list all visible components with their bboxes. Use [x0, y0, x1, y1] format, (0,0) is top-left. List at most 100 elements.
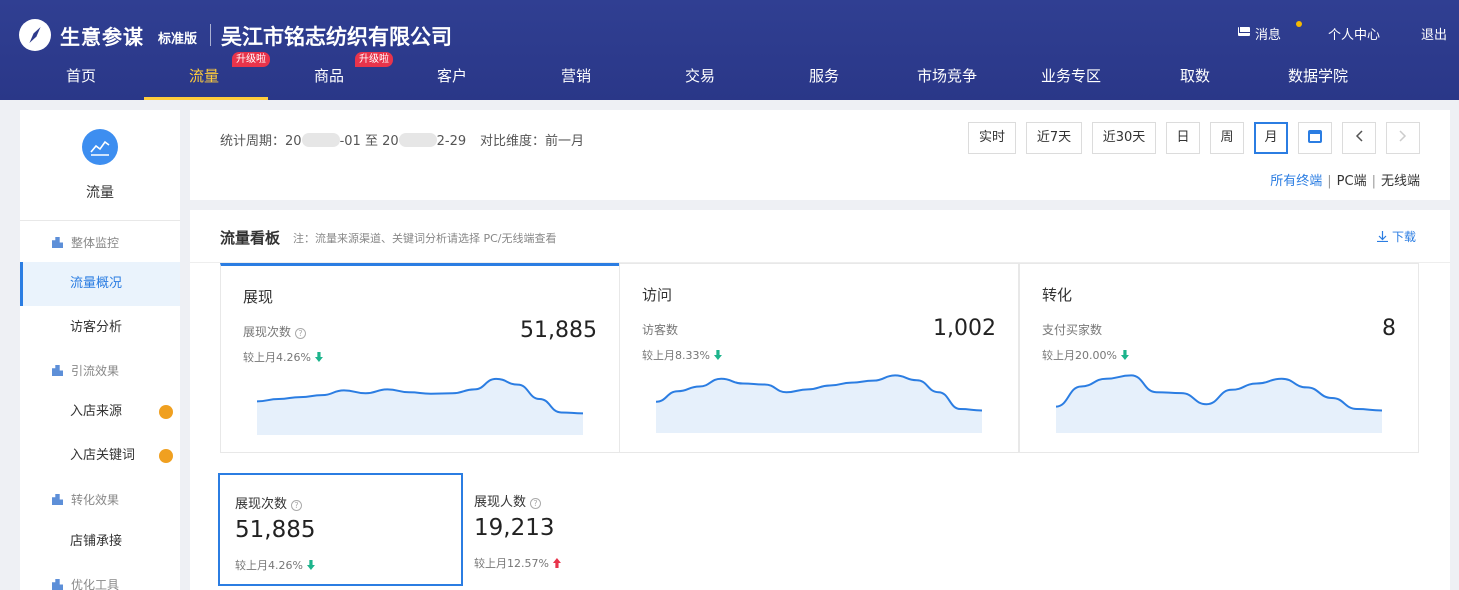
card-label: 展现次数? — [243, 323, 307, 340]
redacted-date — [398, 133, 437, 147]
building-icon — [52, 579, 63, 590]
upgrade-badge: 升级啦 — [355, 52, 393, 67]
company-name: 吴江市铭志纺织有限公司 — [221, 25, 452, 49]
metric-value: 51,885 — [235, 517, 316, 543]
stat-period: 统计周期：20 -01 至 20 2-29 — [220, 133, 467, 149]
week-button[interactable]: 周 — [1210, 122, 1244, 154]
calendar-icon — [1308, 130, 1322, 143]
arrow-down-icon — [1120, 350, 1129, 360]
mail-icon[interactable] — [1238, 27, 1250, 36]
personal-center-link[interactable]: 个人中心 — [1328, 24, 1380, 43]
nav-traffic[interactable]: 流量 — [189, 65, 219, 86]
logout-link[interactable]: 退出 — [1421, 24, 1447, 43]
card-value: 51,885 — [520, 318, 597, 343]
compare-dimension: 对比维度：前一月 — [480, 134, 585, 149]
arrow-up-icon — [552, 558, 561, 568]
card-compare: 较上月4.26% — [243, 349, 323, 365]
edition-label: 标准版 — [158, 32, 198, 47]
month-button[interactable]: 月 — [1254, 122, 1288, 154]
metric-impression-users[interactable]: 展现人数? 19,213 较上月12.57% — [459, 473, 704, 586]
last7-button[interactable]: 近7天 — [1026, 122, 1082, 154]
card-visits[interactable]: 访问 访客数 1,002 较上月8.33% — [619, 263, 1019, 453]
sidebar-item-store-keywords[interactable]: 入店关键词 — [20, 434, 180, 478]
building-icon — [52, 494, 63, 505]
header-divider — [210, 24, 211, 46]
last30-button[interactable]: 近30天 — [1092, 122, 1156, 154]
nav-customers[interactable]: 客户 — [437, 65, 467, 86]
nav-data-fetch[interactable]: 取数 — [1180, 65, 1210, 86]
card-label: 访客数 — [642, 323, 679, 337]
building-icon — [52, 237, 63, 248]
sparkline-chart — [1056, 374, 1382, 433]
sparkline-chart — [257, 377, 583, 435]
sparkline-chart — [656, 374, 982, 433]
nav-active-indicator — [144, 97, 268, 100]
panel-title: 流量看板 — [220, 229, 281, 247]
card-conversion[interactable]: 转化 支付买家数 8 较上月20.00% — [1019, 263, 1419, 453]
line-chart-icon — [82, 129, 118, 165]
upgrade-badge: 升级啦 — [232, 52, 270, 67]
chevron-right-icon — [1399, 130, 1407, 142]
unread-dot — [1296, 21, 1302, 27]
card-value: 1,002 — [933, 316, 996, 341]
nav-marketing[interactable]: 营销 — [561, 65, 591, 86]
help-icon[interactable]: ? — [295, 328, 307, 339]
terminal-wireless[interactable]: 无线端 — [1381, 174, 1420, 189]
calendar-button[interactable] — [1298, 122, 1332, 154]
realtime-button[interactable]: 实时 — [968, 122, 1016, 154]
status-dot — [159, 449, 173, 463]
sidebar-item-store-sources[interactable]: 入店来源 — [20, 390, 180, 434]
sidebar-group-monitor: 整体监控 — [52, 234, 119, 251]
download-icon — [1376, 231, 1388, 243]
period-bar: 统计周期：20 -01 至 20 2-29 对比维度：前一月 实时 近7天 近30天… — [190, 110, 1450, 200]
traffic-dashboard: 流量看板 注：流量来源渠道、关键词分析请选择 PC/无线端查看 下载 展现 展现… — [190, 210, 1450, 590]
nav-business[interactable]: 业务专区 — [1041, 65, 1101, 86]
prev-period-button[interactable] — [1342, 122, 1376, 154]
day-button[interactable]: 日 — [1166, 122, 1200, 154]
nav-products[interactable]: 商品 — [314, 65, 344, 86]
nav-home[interactable]: 首页 — [66, 65, 96, 86]
sidebar-item-visitor-analysis[interactable]: 访客分析 — [20, 306, 180, 350]
sparkline-area — [656, 375, 982, 433]
sidebar-title: 流量 — [86, 185, 114, 201]
redacted-date — [301, 133, 340, 147]
nav-service[interactable]: 服务 — [809, 65, 839, 86]
nav-market[interactable]: 市场竞争 — [917, 65, 977, 86]
help-icon[interactable]: ? — [530, 498, 542, 509]
top-header: 生意参谋 标准版 吴江市铭志纺织有限公司 消息 个人中心 退出 首页 流量 升级… — [0, 0, 1459, 100]
metric-label: 展现次数? — [235, 493, 303, 512]
sparkline-area — [1056, 375, 1382, 433]
brand-name[interactable]: 生意参谋 — [60, 21, 144, 50]
terminal-pc[interactable]: PC端 — [1337, 174, 1367, 189]
help-icon[interactable]: ? — [291, 500, 303, 511]
compass-logo-icon[interactable] — [19, 19, 51, 51]
metric-compare: 较上月12.57% — [474, 555, 561, 571]
sidebar-divider — [20, 220, 180, 221]
chevron-left-icon — [1355, 130, 1363, 142]
sparkline-area — [257, 378, 583, 435]
card-impressions[interactable]: 展现 展现次数? 51,885 较上月4.26% — [220, 263, 620, 453]
nav-trade[interactable]: 交易 — [685, 65, 715, 86]
arrow-down-icon — [713, 350, 722, 360]
messages-link[interactable]: 消息 — [1255, 24, 1281, 43]
sidebar-item-store-landing[interactable]: 店铺承接 — [20, 520, 180, 564]
download-button[interactable]: 下载 — [1376, 228, 1416, 245]
sidebar-group-conversion: 转化效果 — [52, 491, 119, 508]
metric-compare: 较上月4.26% — [235, 557, 315, 573]
card-title: 转化 — [1042, 286, 1073, 304]
terminal-all[interactable]: 所有终端 — [1270, 174, 1322, 189]
card-title: 展现 — [243, 288, 274, 306]
terminal-filter: 所有终端 | PC端 | 无线端 — [1270, 174, 1420, 189]
card-title: 访问 — [642, 286, 673, 304]
status-dot — [159, 405, 173, 419]
next-period-button[interactable] — [1386, 122, 1420, 154]
metric-impression-count[interactable]: 展现次数? 51,885 较上月4.26% — [218, 473, 463, 586]
nav-academy[interactable]: 数据学院 — [1288, 65, 1348, 86]
card-label: 支付买家数 — [1042, 323, 1103, 337]
metric-label: 展现人数? — [474, 491, 542, 510]
sidebar-item-traffic-overview[interactable]: 流量概况 — [20, 262, 180, 306]
card-compare: 较上月8.33% — [642, 347, 722, 363]
panel-note: 注：流量来源渠道、关键词分析请选择 PC/无线端查看 — [293, 232, 557, 245]
sidebar-group-acquisition: 引流效果 — [52, 362, 119, 379]
arrow-down-icon — [306, 560, 315, 570]
